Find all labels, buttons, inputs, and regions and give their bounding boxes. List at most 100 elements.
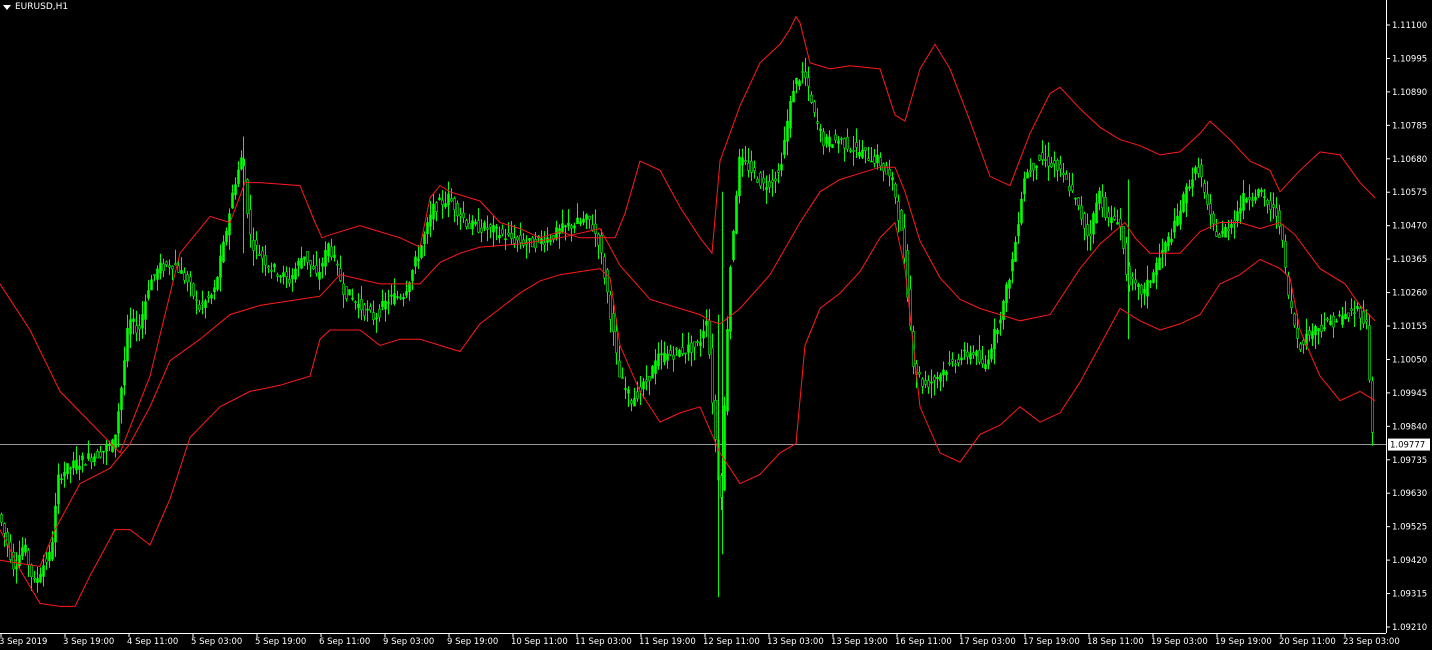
candle-body (672, 354, 675, 360)
candle-body (168, 265, 171, 268)
candle-body (834, 134, 837, 141)
price-chart[interactable]: 1.11100 1.10995 1.10890 1.10785 1.10680 1.105… (0, 0, 1432, 650)
candle-body (609, 294, 612, 320)
candle-body (387, 302, 390, 304)
candle-body (567, 222, 570, 226)
candle-body (996, 329, 999, 335)
candle-body (1182, 193, 1185, 212)
time-label: 6 Sep 11:00 (319, 637, 370, 647)
candle-body (744, 160, 747, 162)
candle-body (447, 193, 450, 206)
candle-body (1095, 202, 1098, 224)
candle-body (999, 319, 1002, 324)
candle-body (1020, 198, 1023, 224)
candle-body (36, 578, 39, 583)
candle-body (1338, 314, 1341, 317)
candle-body (981, 358, 984, 364)
candle-body (963, 349, 966, 352)
candle-body (1206, 193, 1209, 205)
price-label: 1.09315 (1392, 590, 1427, 600)
candle-body (435, 202, 438, 212)
candle-body (1008, 279, 1011, 289)
price-label: 1.10785 (1392, 121, 1427, 131)
candle-body (939, 374, 942, 382)
time-label: 13 Sep 03:00 (767, 637, 824, 647)
symbol-header[interactable]: EURUSD,H1 (3, 0, 68, 14)
candle-body (258, 254, 261, 256)
candle-body (1041, 152, 1044, 160)
candle-body (1017, 224, 1020, 236)
price-label: 1.10155 (1392, 322, 1427, 332)
time-label: 9 Sep 19:00 (447, 637, 498, 647)
candle-body (318, 271, 321, 280)
candle-body (903, 227, 906, 259)
candle-body (927, 380, 930, 388)
candle-body (1323, 327, 1326, 330)
candle-body (468, 223, 471, 229)
candle-body (621, 377, 624, 379)
candle-body (1251, 199, 1254, 202)
candle-body (1248, 197, 1251, 200)
candle-body (81, 455, 84, 461)
dropdown-triangle-icon[interactable] (3, 5, 11, 10)
candle-body (738, 156, 741, 196)
candle-body (1347, 312, 1350, 318)
time-label: 5 Sep 03:00 (191, 637, 242, 647)
candle-body (1221, 230, 1224, 234)
candle-body (1239, 207, 1242, 214)
candle-body (1290, 300, 1293, 308)
candle-body (39, 574, 42, 583)
candle-body (504, 238, 507, 241)
candle-body (1308, 330, 1311, 336)
candle-body (570, 225, 573, 229)
candle-body (747, 162, 750, 171)
candle-body (1083, 213, 1086, 229)
candle-body (1092, 213, 1095, 235)
candle-body (714, 399, 717, 440)
candle-body (696, 341, 699, 344)
candle-body (1281, 224, 1284, 241)
candle-body (756, 178, 759, 183)
price-label: 1.09630 (1392, 489, 1427, 499)
candle-body (972, 352, 975, 355)
candle-body (291, 274, 294, 279)
candle-body (690, 342, 693, 353)
bollinger-band-lower (0, 221, 1376, 607)
candle-body (489, 224, 492, 228)
candle-body (234, 184, 237, 196)
price-label: 1.09525 (1392, 523, 1427, 533)
candle-body (201, 302, 204, 305)
candle-body (840, 138, 843, 140)
candle-body (723, 405, 726, 491)
candle-body (1236, 211, 1239, 222)
chart-window[interactable]: EURUSD,H1 1.11100 1.10995 1.10890 1.10785 1.… (0, 0, 1432, 650)
candle-body (636, 391, 639, 399)
candle-body (648, 376, 651, 382)
candle-body (114, 434, 117, 449)
price-label: 1.10995 (1392, 54, 1427, 64)
candle-body (306, 251, 309, 263)
candle-body (204, 300, 207, 308)
time-label: 9 Sep 03:00 (383, 637, 434, 647)
candle-body (237, 169, 240, 184)
time-label: 12 Sep 11:00 (703, 637, 760, 647)
candle-body (264, 255, 267, 266)
candle-body (276, 274, 279, 277)
candle-body (471, 220, 474, 230)
candle-body (495, 226, 498, 229)
candle-body (1227, 228, 1230, 232)
candle-body (726, 329, 729, 412)
price-label: 1.10050 (1392, 355, 1427, 365)
candle-body (1170, 238, 1173, 243)
candle-body (357, 303, 360, 308)
candle-body (630, 400, 633, 404)
candle-body (84, 464, 87, 466)
candle-body (633, 398, 636, 407)
candle-body (888, 168, 891, 177)
candle-body (741, 157, 744, 166)
candle-body (444, 203, 447, 208)
candle-body (1212, 213, 1215, 224)
price-label: 1.09420 (1392, 556, 1427, 566)
current-price-label: 1.09777 (1390, 441, 1425, 451)
candle-body (57, 474, 60, 505)
